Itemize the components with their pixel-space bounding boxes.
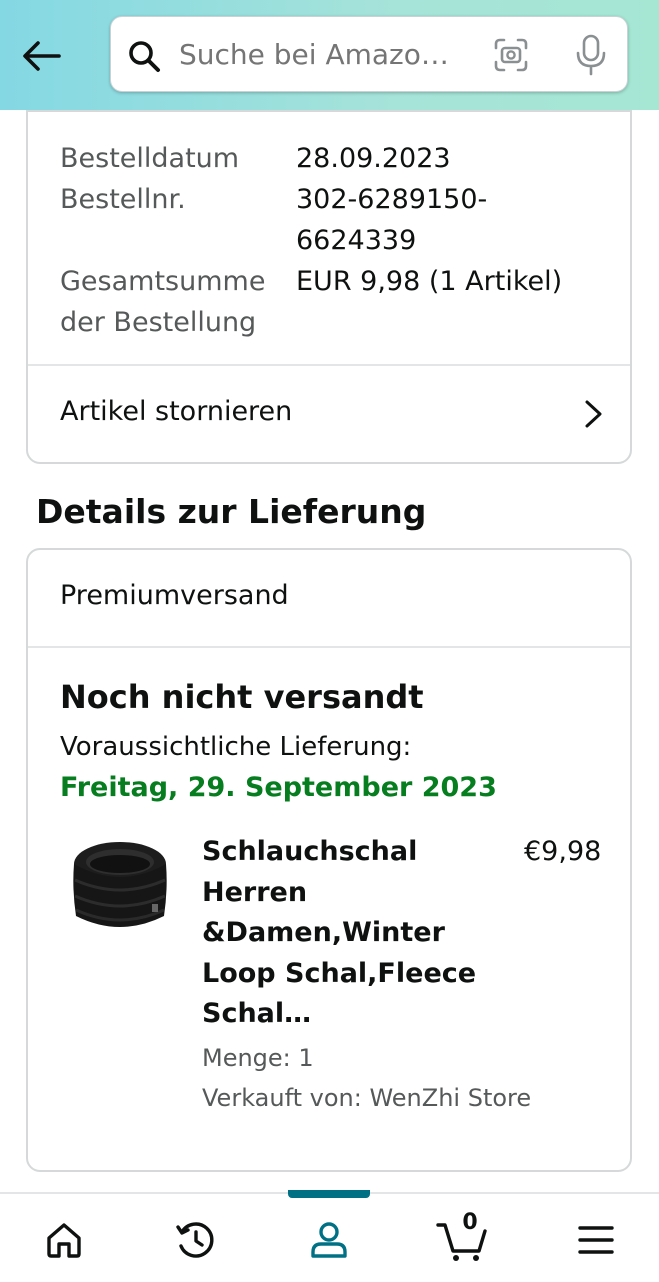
order-number-label: Bestellnr. bbox=[60, 184, 186, 215]
delivery-section-title: Details zur Lieferung bbox=[36, 492, 427, 531]
order-date-label: Bestelldatum bbox=[60, 143, 240, 174]
product-price: €9,98 bbox=[524, 836, 602, 867]
nav-home[interactable] bbox=[34, 1212, 94, 1268]
microphone-icon[interactable] bbox=[571, 33, 611, 77]
account-icon bbox=[311, 1222, 347, 1258]
nav-history[interactable] bbox=[166, 1212, 226, 1268]
order-total-label-line2: der Bestellung bbox=[60, 307, 257, 338]
search-bar[interactable] bbox=[110, 16, 628, 92]
back-arrow-icon bbox=[23, 41, 61, 71]
delivery-card: Premiumversand Noch nicht versandt Vorau… bbox=[26, 548, 632, 1172]
order-summary-card: Bestelldatum 28.09.2023 Bestellnr. 302-6… bbox=[26, 110, 632, 464]
nav-cart[interactable]: 0 bbox=[432, 1210, 492, 1268]
top-header bbox=[0, 0, 659, 110]
bottom-navigation: 0 bbox=[0, 1190, 659, 1282]
product-seller: Verkauft von: WenZhi Store bbox=[202, 1084, 532, 1112]
cart-count-badge: 0 bbox=[462, 1210, 478, 1235]
nav-menu[interactable] bbox=[566, 1212, 626, 1268]
chevron-right-icon bbox=[585, 400, 602, 428]
order-number-value-line2: 6624339 bbox=[296, 225, 417, 256]
shipment-status: Noch nicht versandt bbox=[60, 678, 424, 716]
product-title-line: Schlauchschal bbox=[202, 836, 418, 867]
product-title-line: &Damen,Winter bbox=[202, 917, 445, 949]
back-button[interactable] bbox=[18, 34, 64, 78]
order-total-label-line1: Gesamtsumme bbox=[60, 266, 266, 297]
product-quantity: Menge: 1 bbox=[202, 1044, 314, 1072]
order-number-value-line1: 302-6289150- bbox=[296, 184, 488, 215]
order-total-value: EUR 9,98 (1 Artikel) bbox=[296, 266, 563, 297]
home-icon bbox=[47, 1223, 81, 1258]
product-title-line: Herren bbox=[202, 876, 308, 908]
cancel-items-row[interactable]: Artikel stornieren bbox=[28, 366, 630, 462]
history-icon bbox=[176, 1222, 214, 1258]
product-image[interactable] bbox=[68, 834, 172, 946]
divider bbox=[28, 646, 630, 648]
nav-account[interactable] bbox=[299, 1212, 359, 1268]
eta-label: Voraussichtliche Lieferung: bbox=[60, 732, 412, 762]
order-date-value: 28.09.2023 bbox=[296, 143, 451, 174]
product-title-line: Loop Schal,Fleece bbox=[202, 957, 477, 989]
product-title[interactable]: Schlauchschal Herren &Damen,Winter Loop … bbox=[202, 832, 482, 1035]
cancel-items-label: Artikel stornieren bbox=[60, 396, 293, 427]
shipping-type: Premiumversand bbox=[60, 580, 289, 611]
menu-icon bbox=[578, 1226, 614, 1254]
camera-lens-icon[interactable] bbox=[491, 35, 531, 75]
product-title-line: Schal… bbox=[202, 998, 312, 1030]
active-tab-indicator bbox=[288, 1190, 370, 1198]
eta-date: Freitag, 29. September 2023 bbox=[60, 772, 497, 803]
search-input[interactable] bbox=[179, 33, 469, 77]
search-icon bbox=[129, 41, 160, 72]
